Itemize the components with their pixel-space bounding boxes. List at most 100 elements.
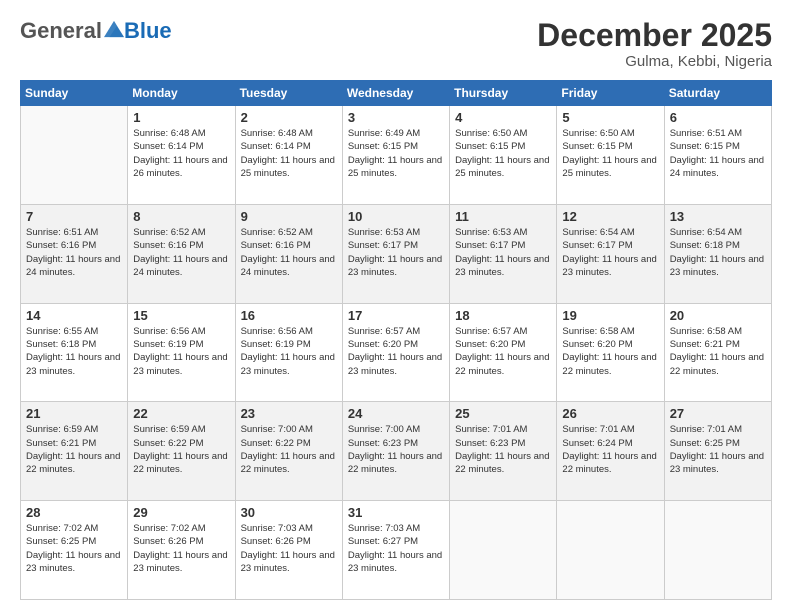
- day-number: 4: [455, 110, 551, 125]
- day-number: 2: [241, 110, 337, 125]
- day-info: Sunrise: 6:59 AMSunset: 6:22 PMDaylight:…: [133, 423, 229, 476]
- calendar-cell: [557, 501, 664, 600]
- header: General Blue December 2025 Gulma, Kebbi,…: [20, 18, 772, 70]
- day-info: Sunrise: 7:01 AMSunset: 6:25 PMDaylight:…: [670, 423, 766, 476]
- day-info: Sunrise: 6:51 AMSunset: 6:16 PMDaylight:…: [26, 226, 122, 279]
- day-info: Sunrise: 6:55 AMSunset: 6:18 PMDaylight:…: [26, 325, 122, 378]
- calendar-cell: 14 Sunrise: 6:55 AMSunset: 6:18 PMDayligh…: [21, 303, 128, 402]
- day-info: Sunrise: 6:52 AMSunset: 6:16 PMDaylight:…: [133, 226, 229, 279]
- logo-icon: [104, 20, 124, 38]
- calendar-cell: 17 Sunrise: 6:57 AMSunset: 6:20 PMDayligh…: [342, 303, 449, 402]
- calendar-header-row: SundayMondayTuesdayWednesdayThursdayFrid…: [21, 81, 772, 106]
- day-info: Sunrise: 6:54 AMSunset: 6:18 PMDaylight:…: [670, 226, 766, 279]
- calendar-cell: 29 Sunrise: 7:02 AMSunset: 6:26 PMDayligh…: [128, 501, 235, 600]
- day-number: 22: [133, 406, 229, 421]
- day-number: 14: [26, 308, 122, 323]
- calendar-cell: 1Sunrise: 6:48 AMSunset: 6:14 PMDaylight…: [128, 106, 235, 205]
- calendar-week-row: 14 Sunrise: 6:55 AMSunset: 6:18 PMDayligh…: [21, 303, 772, 402]
- logo-text: General Blue: [20, 18, 172, 44]
- calendar-cell: 21Sunrise: 6:59 AMSunset: 6:21 PMDayligh…: [21, 402, 128, 501]
- calendar-cell: 2 Sunrise: 6:48 AMSunset: 6:14 PMDaylight…: [235, 106, 342, 205]
- calendar-week-row: 28 Sunrise: 7:02 AMSunset: 6:25 PMDayligh…: [21, 501, 772, 600]
- day-number: 11: [455, 209, 551, 224]
- calendar-cell: 4 Sunrise: 6:50 AMSunset: 6:15 PMDaylight…: [450, 106, 557, 205]
- calendar-day-header: Thursday: [450, 81, 557, 106]
- calendar-cell: 22 Sunrise: 6:59 AMSunset: 6:22 PMDayligh…: [128, 402, 235, 501]
- month-title: December 2025: [537, 18, 772, 53]
- day-number: 17: [348, 308, 444, 323]
- calendar-cell: [664, 501, 771, 600]
- calendar-cell: 20 Sunrise: 6:58 AMSunset: 6:21 PMDayligh…: [664, 303, 771, 402]
- calendar-cell: 3 Sunrise: 6:49 AMSunset: 6:15 PMDaylight…: [342, 106, 449, 205]
- day-info: Sunrise: 6:58 AMSunset: 6:20 PMDaylight:…: [562, 325, 658, 378]
- day-number: 28: [26, 505, 122, 520]
- calendar-cell: 8 Sunrise: 6:52 AMSunset: 6:16 PMDaylight…: [128, 204, 235, 303]
- day-info: Sunrise: 6:53 AMSunset: 6:17 PMDaylight:…: [348, 226, 444, 279]
- calendar-cell: 27 Sunrise: 7:01 AMSunset: 6:25 PMDayligh…: [664, 402, 771, 501]
- logo: General Blue: [20, 18, 172, 44]
- day-number: 20: [670, 308, 766, 323]
- day-number: 21: [26, 406, 122, 421]
- day-info: Sunrise: 6:48 AMSunset: 6:14 PMDaylight:…: [241, 127, 337, 180]
- title-section: December 2025 Gulma, Kebbi, Nigeria: [537, 18, 772, 70]
- day-number: 24: [348, 406, 444, 421]
- day-info: Sunrise: 7:03 AMSunset: 6:26 PMDaylight:…: [241, 522, 337, 575]
- day-info: Sunrise: 6:54 AMSunset: 6:17 PMDaylight:…: [562, 226, 658, 279]
- day-info: Sunrise: 6:49 AMSunset: 6:15 PMDaylight:…: [348, 127, 444, 180]
- day-number: 30: [241, 505, 337, 520]
- calendar-cell: 11 Sunrise: 6:53 AMSunset: 6:17 PMDayligh…: [450, 204, 557, 303]
- day-number: 18: [455, 308, 551, 323]
- day-number: 6: [670, 110, 766, 125]
- day-number: 3: [348, 110, 444, 125]
- day-info: Sunrise: 7:03 AMSunset: 6:27 PMDaylight:…: [348, 522, 444, 575]
- calendar-cell: [450, 501, 557, 600]
- calendar-cell: 31 Sunrise: 7:03 AMSunset: 6:27 PMDayligh…: [342, 501, 449, 600]
- day-info: Sunrise: 6:52 AMSunset: 6:16 PMDaylight:…: [241, 226, 337, 279]
- day-number: 27: [670, 406, 766, 421]
- day-number: 13: [670, 209, 766, 224]
- day-number: 8: [133, 209, 229, 224]
- day-number: 19: [562, 308, 658, 323]
- day-info: Sunrise: 7:00 AMSunset: 6:23 PMDaylight:…: [348, 423, 444, 476]
- calendar-cell: 24 Sunrise: 7:00 AMSunset: 6:23 PMDayligh…: [342, 402, 449, 501]
- calendar-cell: 26Sunrise: 7:01 AMSunset: 6:24 PMDayligh…: [557, 402, 664, 501]
- calendar-day-header: Monday: [128, 81, 235, 106]
- day-info: Sunrise: 6:50 AMSunset: 6:15 PMDaylight:…: [455, 127, 551, 180]
- day-number: 31: [348, 505, 444, 520]
- calendar-week-row: 21Sunrise: 6:59 AMSunset: 6:21 PMDayligh…: [21, 402, 772, 501]
- day-number: 12: [562, 209, 658, 224]
- calendar-cell: 30 Sunrise: 7:03 AMSunset: 6:26 PMDayligh…: [235, 501, 342, 600]
- day-number: 26: [562, 406, 658, 421]
- day-number: 25: [455, 406, 551, 421]
- day-info: Sunrise: 7:00 AMSunset: 6:22 PMDaylight:…: [241, 423, 337, 476]
- calendar-cell: 10 Sunrise: 6:53 AMSunset: 6:17 PMDayligh…: [342, 204, 449, 303]
- calendar-cell: 16Sunrise: 6:56 AMSunset: 6:19 PMDayligh…: [235, 303, 342, 402]
- calendar-cell: 9 Sunrise: 6:52 AMSunset: 6:16 PMDaylight…: [235, 204, 342, 303]
- calendar-day-header: Friday: [557, 81, 664, 106]
- day-info: Sunrise: 6:48 AMSunset: 6:14 PMDaylight:…: [133, 127, 229, 180]
- day-info: Sunrise: 6:58 AMSunset: 6:21 PMDaylight:…: [670, 325, 766, 378]
- calendar-cell: 18 Sunrise: 6:57 AMSunset: 6:20 PMDayligh…: [450, 303, 557, 402]
- calendar-day-header: Saturday: [664, 81, 771, 106]
- day-number: 15: [133, 308, 229, 323]
- day-info: Sunrise: 6:57 AMSunset: 6:20 PMDaylight:…: [455, 325, 551, 378]
- calendar-cell: 28 Sunrise: 7:02 AMSunset: 6:25 PMDayligh…: [21, 501, 128, 600]
- logo-blue: Blue: [124, 18, 172, 44]
- day-info: Sunrise: 6:57 AMSunset: 6:20 PMDaylight:…: [348, 325, 444, 378]
- day-info: Sunrise: 6:51 AMSunset: 6:15 PMDaylight:…: [670, 127, 766, 180]
- page: General Blue December 2025 Gulma, Kebbi,…: [0, 0, 792, 612]
- calendar-cell: [21, 106, 128, 205]
- day-number: 29: [133, 505, 229, 520]
- day-info: Sunrise: 7:02 AMSunset: 6:26 PMDaylight:…: [133, 522, 229, 575]
- calendar-week-row: 1Sunrise: 6:48 AMSunset: 6:14 PMDaylight…: [21, 106, 772, 205]
- location: Gulma, Kebbi, Nigeria: [537, 53, 772, 70]
- calendar-cell: 23Sunrise: 7:00 AMSunset: 6:22 PMDayligh…: [235, 402, 342, 501]
- day-info: Sunrise: 7:02 AMSunset: 6:25 PMDaylight:…: [26, 522, 122, 575]
- calendar-cell: 25Sunrise: 7:01 AMSunset: 6:23 PMDayligh…: [450, 402, 557, 501]
- day-number: 9: [241, 209, 337, 224]
- calendar-cell: 7Sunrise: 6:51 AMSunset: 6:16 PMDaylight…: [21, 204, 128, 303]
- day-info: Sunrise: 6:56 AMSunset: 6:19 PMDaylight:…: [133, 325, 229, 378]
- day-info: Sunrise: 6:53 AMSunset: 6:17 PMDaylight:…: [455, 226, 551, 279]
- calendar-cell: 19 Sunrise: 6:58 AMSunset: 6:20 PMDayligh…: [557, 303, 664, 402]
- day-number: 10: [348, 209, 444, 224]
